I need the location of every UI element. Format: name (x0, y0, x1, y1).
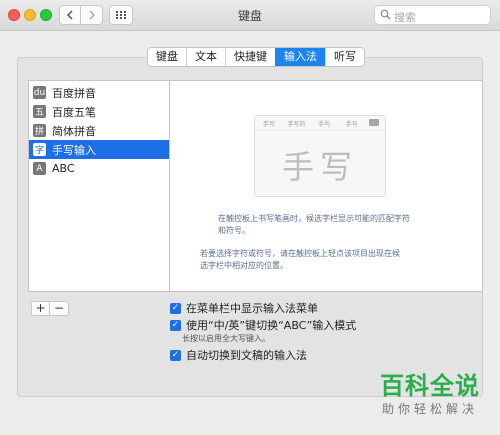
search-icon (380, 9, 391, 20)
option-label: 在菜单栏中显示输入法菜单 (186, 302, 318, 315)
title-bar: 键盘 搜索 (0, 0, 500, 31)
candidate: 手鸟 (318, 120, 331, 128)
list-item-label: 百度拼音 (52, 86, 96, 100)
minimize-button[interactable] (24, 9, 36, 21)
list-item-baidu-pinyin[interactable]: du 百度拼音 (29, 83, 169, 102)
handwriting-sample: 手写 (281, 148, 358, 186)
list-item-baidu-wubi[interactable]: 五 百度五笔 (29, 102, 169, 121)
wubi-icon: 五 (33, 105, 46, 118)
back-button[interactable] (59, 5, 81, 25)
toggle-key-option[interactable]: ✓ 使用“中/英”键切换“ABC”输入模式 (170, 317, 356, 333)
checkbox-checked-icon[interactable]: ✓ (170, 302, 181, 314)
candidate: 手马 (345, 120, 358, 128)
chevron-right-icon (88, 10, 95, 20)
tab-keyboard[interactable]: 键盘 (148, 48, 186, 66)
auto-switch-option[interactable]: ✓ 自动切换到文稿的输入法 (170, 347, 307, 363)
list-item-handwriting[interactable]: 字 手写输入 (29, 140, 169, 159)
forward-button[interactable] (81, 5, 103, 25)
candidate: 手写 (262, 120, 275, 128)
show-all-button[interactable] (109, 5, 133, 25)
watermark-main: 百科全说 (380, 372, 480, 400)
checkbox-checked-icon[interactable]: ✓ (170, 349, 181, 361)
remove-button[interactable]: − (50, 301, 69, 316)
grid-icon (116, 11, 126, 19)
input-source-list: du 百度拼音 五 百度五笔 拼 简体拼音 字 手写输入 A ABC (28, 80, 170, 292)
add-button[interactable]: + (31, 301, 50, 316)
list-item-label: 百度五笔 (52, 105, 96, 119)
tab-shortcuts[interactable]: 快捷键 (225, 48, 275, 66)
checkbox-checked-icon[interactable]: ✓ (170, 319, 181, 331)
handwriting-preview: 手写 手写的 手鸟 手马 手写 (254, 115, 386, 197)
list-item-label: 手写输入 (52, 143, 96, 157)
list-item-simplified-pinyin[interactable]: 拼 简体拼音 (29, 121, 169, 140)
search-field[interactable]: 搜索 (374, 5, 491, 25)
list-item-label: 简体拼音 (52, 124, 96, 138)
list-item-label: ABC (52, 162, 75, 175)
tab-dictation[interactable]: 听写 (325, 48, 364, 66)
list-item-abc[interactable]: A ABC (29, 159, 169, 178)
delete-icon (369, 119, 379, 126)
chevron-left-icon (66, 10, 73, 20)
tab-bar: 键盘 文本 快捷键 输入法 听写 (147, 47, 365, 67)
handwriting-description: 在触控板上书写笔画时，候选字栏显示可能的匹配字符 和符号。 (218, 214, 410, 235)
watermark-logo: 百科全说 助你轻松解决 (372, 372, 488, 430)
handwriting-help: 若要选择字符或符号，请在触控板上轻点该项目出现在候 选字栏中相对应的位置。 (200, 249, 400, 270)
tab-text[interactable]: 文本 (186, 48, 225, 66)
tab-input-sources[interactable]: 输入法 (275, 48, 325, 66)
search-placeholder: 搜索 (394, 11, 416, 24)
close-button[interactable] (8, 9, 20, 21)
watermark-sub: 助你轻松解决 (381, 402, 478, 416)
toggle-key-note: 长按以启用全大写键入。 (182, 334, 270, 343)
abc-icon: A (33, 162, 46, 175)
candidate: 手写的 (287, 120, 306, 128)
option-label: 自动切换到文稿的输入法 (186, 349, 307, 362)
baidu-icon: du (33, 86, 46, 99)
handwriting-icon: 字 (33, 143, 46, 156)
show-menu-option[interactable]: ✓ 在菜单栏中显示输入法菜单 (170, 300, 318, 316)
zoom-button[interactable] (40, 9, 52, 21)
option-label: 使用“中/英”键切换“ABC”输入模式 (186, 319, 357, 332)
pinyin-icon: 拼 (33, 124, 46, 137)
candidate-bar: 手写 手写的 手鸟 手马 (255, 116, 385, 131)
